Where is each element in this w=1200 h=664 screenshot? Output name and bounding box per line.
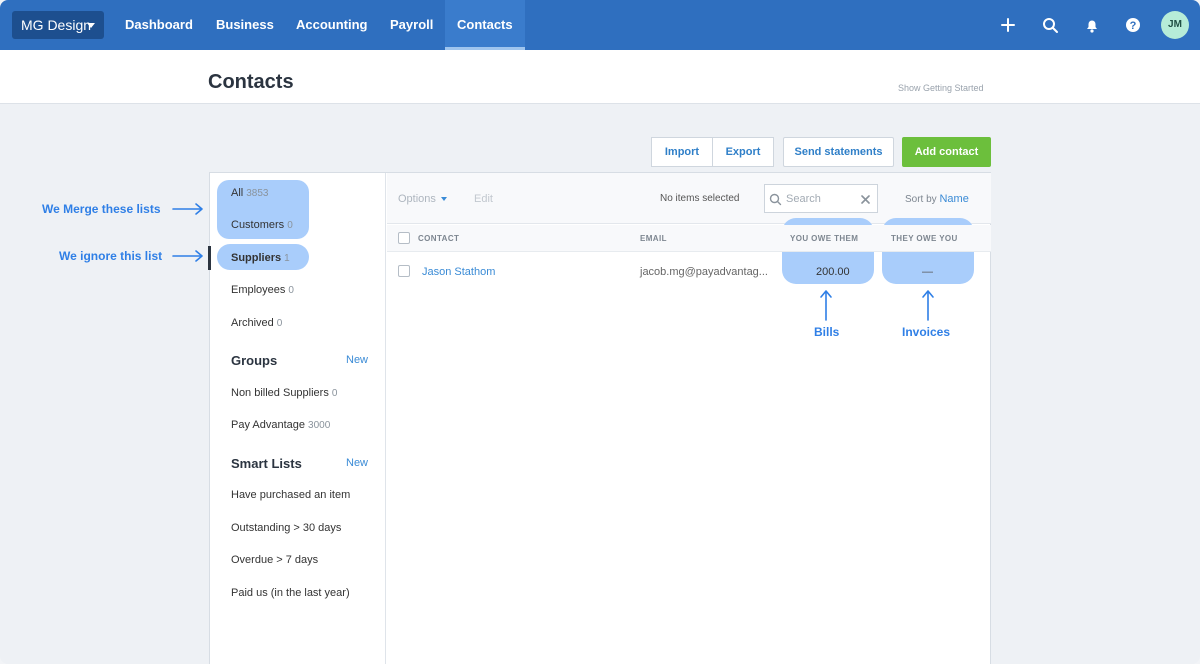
smart-list-purchased-item[interactable]: Have purchased an item xyxy=(231,489,350,501)
arrow-right-icon xyxy=(172,203,203,215)
you-owe-amount: 200.00 xyxy=(816,266,850,278)
sidebar-item-label: Pay Advantage xyxy=(231,419,306,431)
search-icon[interactable] xyxy=(1040,15,1060,35)
table-row[interactable]: Jason Stathom jacob.mg@payadvantag... 20… xyxy=(387,253,991,291)
arrow-up-icon xyxy=(922,290,934,321)
send-statements-button[interactable]: Send statements xyxy=(783,137,894,167)
nav-payroll[interactable]: Payroll xyxy=(390,0,433,50)
sort-value: Name xyxy=(939,193,969,205)
options-label: Options xyxy=(398,193,436,205)
plus-icon[interactable] xyxy=(998,15,1018,35)
column-you-owe-them[interactable]: YOU OWE THEM xyxy=(790,234,858,243)
they-owe-amount: — xyxy=(922,266,933,278)
annotation-invoices: Invoices xyxy=(902,325,951,339)
chevron-down-icon xyxy=(87,23,95,28)
app-frame: MG Design Dashboard Business Accounting … xyxy=(0,0,1200,664)
user-avatar[interactable]: JM xyxy=(1161,11,1189,39)
search-input[interactable]: Search xyxy=(764,184,878,213)
column-they-owe-you[interactable]: THEY OWE YOU xyxy=(891,234,958,243)
smart-list-outstanding-30[interactable]: Outstanding > 30 days xyxy=(231,522,341,534)
sidebar-item-label: All xyxy=(231,187,244,199)
sidebar-item-count: 0 xyxy=(331,388,338,399)
arrow-up-icon xyxy=(820,290,832,321)
selection-status: No items selected xyxy=(660,193,740,204)
org-switcher[interactable]: MG Design xyxy=(12,11,104,39)
nav-contacts[interactable]: Contacts xyxy=(445,0,525,50)
sidebar-item-customers[interactable]: Customers 0 xyxy=(231,219,293,231)
column-email[interactable]: EMAIL xyxy=(640,234,667,243)
page-title: Contacts xyxy=(208,71,294,93)
show-getting-started-link[interactable]: Show Getting Started xyxy=(898,83,984,93)
contacts-panel: All 3853 Customers 0 Suppliers 1 Employees 0… xyxy=(208,172,991,664)
sidebar-item-label: Customers xyxy=(231,219,285,231)
sidebar-item-all[interactable]: All 3853 xyxy=(231,187,268,199)
sidebar-item-suppliers[interactable]: Suppliers 1 xyxy=(231,252,290,264)
groups-heading: Groups xyxy=(231,353,278,368)
sidebar-group-pay-advantage[interactable]: Pay Advantage 3000 xyxy=(231,419,330,431)
smart-lists-new-link[interactable]: New xyxy=(346,457,368,469)
column-contact[interactable]: CONTACT xyxy=(418,234,459,243)
sidebar-item-count: 0 xyxy=(276,318,283,329)
nav-business[interactable]: Business xyxy=(216,0,274,50)
contact-email: jacob.mg@payadvantag... xyxy=(640,266,768,278)
contacts-list: Options Edit No items selected Search So… xyxy=(387,173,991,664)
org-name: MG Design xyxy=(21,17,92,33)
annotation-merge: We Merge these lists xyxy=(42,202,161,216)
contacts-sidebar: All 3853 Customers 0 Suppliers 1 Employees 0… xyxy=(208,173,386,664)
select-all-checkbox[interactable] xyxy=(398,232,410,244)
sort-label: Sort by xyxy=(905,194,937,205)
annotation-bills: Bills xyxy=(814,325,840,339)
bell-icon[interactable] xyxy=(1082,15,1102,35)
page-header: Contacts Show Getting Started xyxy=(0,50,1200,104)
sidebar-item-employees[interactable]: Employees 0 xyxy=(231,284,294,296)
export-button[interactable]: Export xyxy=(712,137,774,167)
list-toolbar: Options Edit No items selected Search So… xyxy=(387,173,991,224)
sidebar-item-count: 0 xyxy=(288,285,294,296)
sidebar-item-count: 0 xyxy=(287,220,293,231)
active-indicator xyxy=(208,246,211,270)
table-header: CONTACT EMAIL YOU OWE THEM THEY OWE YOU xyxy=(387,225,991,252)
sidebar-group-non-billed-suppliers[interactable]: Non billed Suppliers 0 xyxy=(231,387,337,399)
arrow-right-icon xyxy=(172,250,203,262)
sidebar-item-count: 3853 xyxy=(246,188,269,199)
groups-new-link[interactable]: New xyxy=(346,354,368,366)
nav-dashboard[interactable]: Dashboard xyxy=(125,0,193,50)
import-button[interactable]: Import xyxy=(651,137,713,167)
help-icon[interactable]: ? xyxy=(1123,15,1143,35)
add-contact-button[interactable]: Add contact xyxy=(902,137,991,167)
sort-control[interactable]: Sort by Name xyxy=(905,193,969,205)
sidebar-item-label: Employees xyxy=(231,284,286,296)
row-checkbox[interactable] xyxy=(398,265,410,277)
contact-name-link[interactable]: Jason Stathom xyxy=(422,266,495,278)
options-dropdown[interactable]: Options xyxy=(398,193,447,205)
svg-text:?: ? xyxy=(1130,20,1137,32)
smart-list-paid-us[interactable]: Paid us (in the last year) xyxy=(231,587,350,599)
sidebar-item-label: Non billed Suppliers xyxy=(231,387,329,399)
sidebar-item-count: 3000 xyxy=(308,420,331,431)
chevron-down-icon xyxy=(440,197,447,202)
clear-search-icon[interactable] xyxy=(861,195,870,204)
sidebar-item-label: Archived xyxy=(231,317,274,329)
edit-button[interactable]: Edit xyxy=(474,193,493,205)
search-icon xyxy=(769,193,782,206)
nav-accounting[interactable]: Accounting xyxy=(296,0,368,50)
sidebar-item-archived[interactable]: Archived 0 xyxy=(231,317,282,329)
sidebar-item-label: Suppliers xyxy=(231,252,282,264)
smart-list-overdue-7[interactable]: Overdue > 7 days xyxy=(231,554,318,566)
sidebar-item-count: 1 xyxy=(284,253,290,264)
annotation-ignore: We ignore this list xyxy=(59,249,163,263)
search-placeholder: Search xyxy=(786,193,821,205)
top-nav: MG Design Dashboard Business Accounting … xyxy=(0,0,1200,50)
smart-lists-heading: Smart Lists xyxy=(231,456,302,471)
